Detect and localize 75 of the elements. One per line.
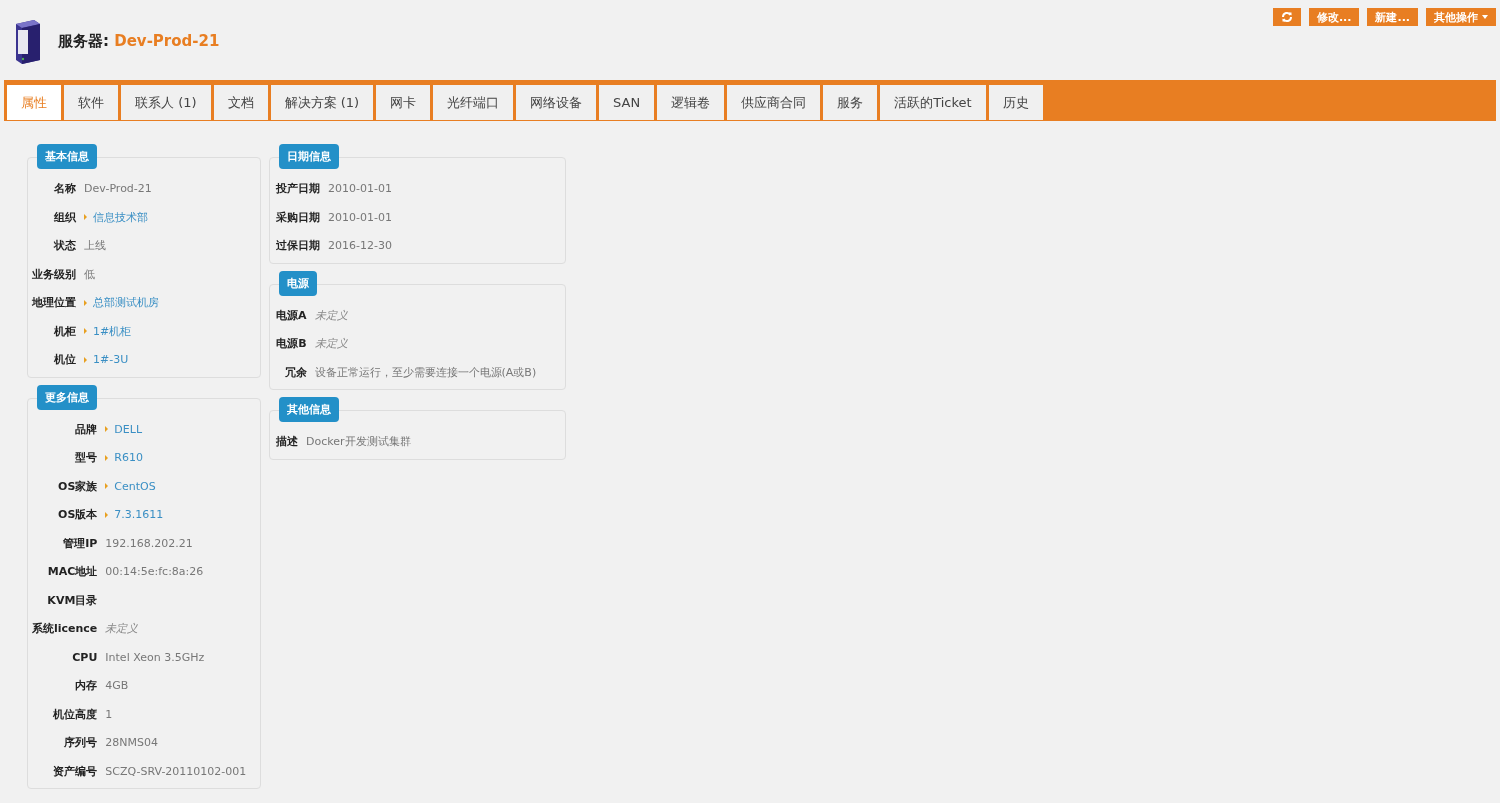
tab[interactable]: 解决方案 (1) — [270, 85, 374, 120]
field-label: MAC地址 — [46, 564, 98, 580]
panel-title: 基本信息 — [37, 144, 97, 169]
field-value: Dev-Prod-21 — [84, 181, 152, 197]
field-label: 品牌 — [74, 421, 98, 438]
caret-right-icon — [105, 483, 109, 490]
field-label: CPU — [71, 649, 98, 666]
field-label: 投产日期 — [276, 181, 320, 197]
field-value: 未定义 — [314, 307, 348, 324]
field-value: 未定义 — [314, 336, 348, 352]
tab[interactable]: 服务 — [823, 85, 878, 120]
caret-right-icon — [84, 214, 87, 221]
field-value: 192.168.202.21 — [105, 535, 193, 552]
field-label: 状态 — [52, 238, 76, 254]
field-label: 系统licence — [32, 621, 98, 637]
field-label: 管理IP — [62, 535, 98, 552]
field-value: 00:14:5e:fc:8a:26 — [105, 564, 204, 580]
field-label: 序列号 — [63, 735, 98, 751]
caret-right-icon — [105, 511, 109, 518]
caret-right-icon — [84, 328, 87, 335]
field-label: 采购日期 — [276, 209, 320, 226]
field-value: 2010-01-01 — [328, 181, 392, 197]
field-label: OS家族 — [57, 478, 98, 495]
caret-icon — [1482, 15, 1488, 19]
field-label: 机位 — [53, 352, 76, 368]
tab[interactable]: SAN — [599, 85, 655, 120]
field-value: 28NMS04 — [105, 735, 159, 751]
panel-title: 日期信息 — [279, 144, 339, 169]
field-label: 资产编号 — [52, 763, 98, 780]
tab[interactable]: 光纤端口 — [433, 85, 514, 120]
field-value: 低 — [84, 266, 95, 283]
field-label: 机柜 — [53, 323, 76, 340]
panel-title: 电源 — [279, 270, 317, 296]
tab[interactable]: 软件 — [64, 85, 118, 120]
field-label: 冗余 — [283, 364, 307, 381]
field-value: 上线 — [84, 238, 106, 254]
field-value: 2010-01-01 — [328, 209, 392, 226]
field-value: SCZQ-SRV-20110102-001 — [105, 763, 247, 780]
page-title: 服务器: Dev-Prod-21 — [58, 31, 220, 51]
tab[interactable]: 历史 — [988, 85, 1043, 120]
caret-right-icon — [84, 356, 87, 363]
tab[interactable]: 供应商合同 — [727, 85, 821, 120]
field-label: 描述 — [276, 434, 298, 450]
field-label: 过保日期 — [276, 238, 320, 254]
field-label: 内存 — [74, 678, 98, 694]
field-value: Intel Xeon 3.5GHz — [105, 649, 205, 666]
field-label: 电源B — [276, 336, 307, 352]
caret-right-icon — [105, 454, 109, 461]
field-value: 未定义 — [105, 621, 139, 637]
field-label: 机位高度 — [52, 706, 98, 723]
refresh-icon — [1280, 11, 1293, 23]
field-label: KVM目录 — [46, 592, 98, 609]
field-label: 地理位置 — [32, 295, 76, 311]
field-value: Docker开发测试集群 — [306, 434, 411, 450]
field-label: 电源A — [276, 307, 307, 324]
field-value: 4GB — [105, 678, 129, 694]
tab[interactable]: 联系人 (1) — [121, 85, 211, 120]
caret-right-icon — [84, 299, 87, 306]
field-label: 型号 — [74, 450, 98, 466]
field-value: 1 — [105, 706, 113, 723]
tab[interactable]: 活跃的Ticket — [880, 85, 986, 120]
refresh-button[interactable] — [1272, 8, 1301, 26]
caret-right-icon — [105, 426, 109, 433]
tab[interactable]: 文档 — [213, 85, 268, 120]
tab[interactable]: 网络设备 — [516, 85, 597, 120]
field-value: 2016-12-30 — [328, 238, 392, 254]
field-label: 名称 — [53, 181, 76, 197]
field-label: 组织 — [53, 209, 76, 226]
field-label: OS版本 — [57, 507, 98, 523]
tab[interactable]: 网卡 — [376, 85, 431, 120]
panel-title: 更多信息 — [37, 384, 97, 410]
field-label: 业务级别 — [32, 266, 76, 283]
field-value: 设备正常运行，至少需要连接一个电源(A或B) — [314, 364, 537, 381]
tab[interactable]: 逻辑卷 — [657, 85, 725, 120]
panel-title: 其他信息 — [279, 397, 339, 422]
